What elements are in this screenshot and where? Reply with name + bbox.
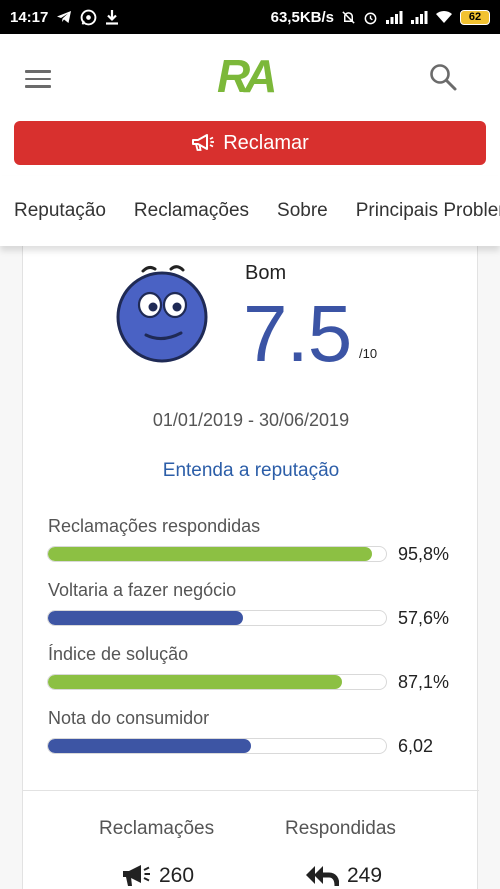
stat-reclamacoes-value: 260 xyxy=(159,864,195,887)
reputation-card: Bom 7.5 /10 01/01/2019 - 30/06/2019 Ente… xyxy=(22,246,479,889)
bar-fill xyxy=(48,547,372,561)
status-bar: 14:17 63,5KB/s 62 xyxy=(0,0,500,34)
tab-reclamacoes[interactable]: Reclamações xyxy=(134,200,249,222)
metric-label-respondidas: Reclamações respondidas xyxy=(48,516,261,536)
bar-fill xyxy=(48,675,343,689)
svg-text:RA: RA xyxy=(217,50,274,100)
reputation-period: 01/01/2019 - 30/06/2019 xyxy=(152,410,350,430)
metric-value-voltaria: 57,6% xyxy=(398,608,450,628)
bar-fill xyxy=(48,611,243,625)
metric-bar-nota xyxy=(47,738,387,754)
metric-value-nota: 6,02 xyxy=(398,736,434,756)
metric-value-respondidas: 95,8% xyxy=(398,544,450,564)
metric-bar-respondidas xyxy=(47,546,387,562)
stat-reclamacoes: 260 xyxy=(121,864,194,888)
signal-icon xyxy=(386,11,403,24)
telegram-icon xyxy=(57,11,72,23)
section-tabs: Reputação Reclamações Sobre Principais P… xyxy=(0,176,500,246)
stat-respondidas-value: 249 xyxy=(347,864,383,887)
reputation-score: 7.5 xyxy=(243,289,352,378)
smiley-face-icon xyxy=(116,265,208,363)
reply-all-icon xyxy=(306,866,339,887)
alarm-icon xyxy=(364,12,377,24)
reclamar-button[interactable]: Reclamar xyxy=(14,121,486,165)
understand-reputation-link[interactable]: Entenda a reputação xyxy=(23,460,479,482)
network-speed: 63,5KB/s xyxy=(270,8,334,26)
metric-bar-voltaria xyxy=(47,610,387,626)
signal-icon-2 xyxy=(411,11,428,24)
tab-principais-problemas[interactable]: Principais Problemas xyxy=(356,200,500,222)
reputation-status: Bom xyxy=(245,262,287,284)
reclamar-label: Reclamar xyxy=(223,131,309,154)
metric-value-solucao: 87,1% xyxy=(398,672,450,692)
stat-title-reclamacoes: Reclamações xyxy=(99,818,215,839)
search-icon[interactable] xyxy=(428,62,458,92)
metric-label-voltaria: Voltaria a fazer negócio xyxy=(48,580,237,600)
score-max: /10 xyxy=(359,346,378,361)
metric-label-nota: Nota do consumidor xyxy=(48,708,210,728)
app-header: RA xyxy=(0,34,500,120)
divider xyxy=(23,790,479,791)
megaphone-icon xyxy=(123,865,150,886)
download-icon xyxy=(106,10,119,25)
metric-bar-solucao xyxy=(47,674,387,690)
wifi-icon xyxy=(436,10,452,23)
clock: 14:17 xyxy=(10,8,49,26)
whatsapp-icon xyxy=(81,9,97,25)
tab-sobre[interactable]: Sobre xyxy=(277,200,328,222)
stat-respondidas: 249 xyxy=(305,864,382,888)
stat-title-respondidas: Respondidas xyxy=(285,818,396,839)
tab-reputacao[interactable]: Reputação xyxy=(14,200,106,222)
battery-icon: 62 xyxy=(460,9,490,25)
bar-fill xyxy=(48,739,252,753)
ra-logo[interactable]: RA xyxy=(215,48,275,100)
megaphone-icon xyxy=(192,134,215,151)
metric-label-solucao: Índice de solução xyxy=(48,644,189,664)
mute-icon xyxy=(342,10,355,24)
hamburger-menu-icon[interactable] xyxy=(25,70,51,88)
